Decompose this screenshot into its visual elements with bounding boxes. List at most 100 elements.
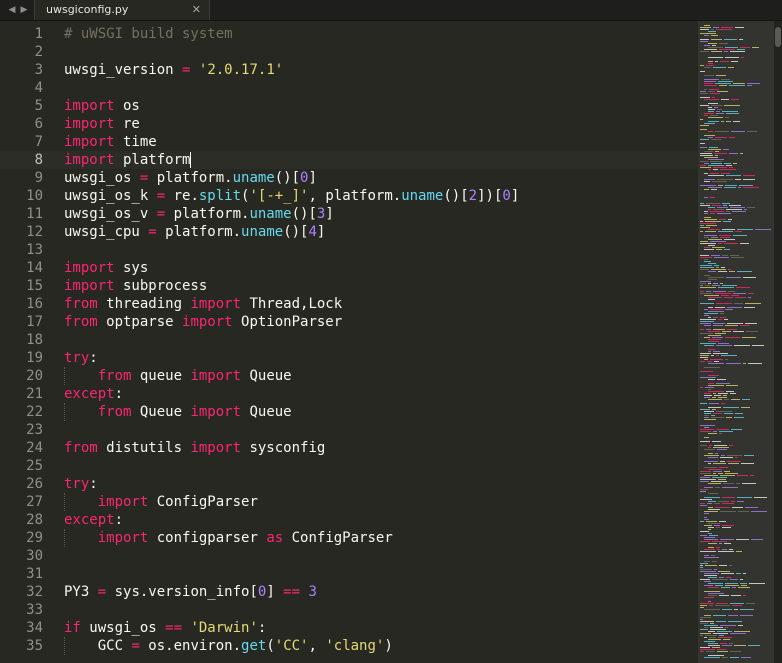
minimap-line <box>731 595 741 596</box>
code-line[interactable]: import sys <box>64 259 148 277</box>
minimap-line <box>708 351 711 352</box>
minimap-line <box>725 585 739 586</box>
vertical-scrollbar[interactable] <box>774 21 782 663</box>
code-line[interactable]: import re <box>64 115 140 133</box>
minimap-line <box>704 181 710 182</box>
code-token: threading <box>97 296 191 312</box>
minimap-line <box>746 603 755 604</box>
minimap-line <box>741 407 750 408</box>
minimap-line <box>705 387 714 388</box>
code-line[interactable]: uwsgi_cpu = platform.uname()[4] <box>64 223 325 241</box>
minimap-line <box>738 187 741 188</box>
minimap-line <box>722 487 738 488</box>
minimap-line <box>710 173 719 174</box>
code-token: uname <box>401 188 444 204</box>
minimap-line <box>743 573 746 574</box>
line-number: 17 <box>26 314 43 330</box>
minimap-line <box>733 293 746 294</box>
tab-uwsgiconfig[interactable]: uwsgiconfig.py ✕ <box>34 0 210 20</box>
code-line[interactable]: from queue import Queue <box>64 367 292 385</box>
minimap-line <box>721 79 730 80</box>
line-number: 30 <box>26 548 43 564</box>
code-line[interactable]: try: <box>64 349 98 367</box>
minimap-line <box>740 325 750 326</box>
minimap-line <box>700 119 703 120</box>
code-line[interactable]: except: <box>64 385 123 403</box>
code-line[interactable]: import configparser as ConfigParser <box>64 529 393 547</box>
code-token: 'clang' <box>325 638 385 654</box>
code-line[interactable]: except: <box>64 511 123 529</box>
code-token: import <box>64 278 115 294</box>
minimap-line <box>722 229 735 230</box>
minimap-line <box>747 131 757 132</box>
code-line[interactable]: from distutils import sysconfig <box>64 439 325 457</box>
minimap-line <box>717 649 726 650</box>
minimap-line <box>747 207 755 208</box>
minimap-line <box>700 503 705 504</box>
minimap-line <box>704 313 718 314</box>
minimap-line <box>716 355 719 356</box>
minimap-line <box>712 97 715 98</box>
minimap-line <box>704 539 718 540</box>
minimap-line <box>715 605 730 606</box>
code-token: time <box>114 134 157 150</box>
code-line[interactable]: import ConfigParser <box>64 493 258 511</box>
scrollbar-thumb[interactable] <box>775 27 781 47</box>
minimap-line <box>751 511 767 512</box>
tab-scroll-right-icon[interactable]: ▶ <box>19 0 29 20</box>
minimap-line <box>721 121 724 122</box>
code-token: ) <box>384 638 393 654</box>
minimap-line <box>704 411 714 412</box>
minimap-line <box>708 277 724 278</box>
code-line[interactable]: GCC = os.environ.get('CC', 'clang') <box>64 637 393 655</box>
minimap-line <box>704 75 714 76</box>
minimap-line <box>708 453 713 454</box>
line-number: 6 <box>34 116 43 132</box>
code-token: import <box>64 260 115 276</box>
minimap-line <box>712 409 716 410</box>
code-line[interactable]: try: <box>64 475 98 493</box>
code-token: uname <box>241 224 284 240</box>
minimap-line <box>733 121 740 122</box>
minimap-line <box>700 321 714 322</box>
minimap-line <box>717 651 728 652</box>
minimap-line <box>718 231 733 232</box>
close-tab-icon[interactable]: ✕ <box>192 0 201 20</box>
minimap-line <box>730 255 739 256</box>
minimap-line <box>708 263 716 264</box>
minimap-line <box>745 323 757 324</box>
code-line[interactable]: if uwsgi_os == 'Darwin': <box>64 619 266 637</box>
code-line[interactable]: from optparse import OptionParser <box>64 313 342 331</box>
minimap-line <box>700 267 714 268</box>
code-line[interactable]: # uWSGI build system <box>64 25 233 43</box>
code-token: platform. <box>156 224 242 240</box>
code-token: import <box>190 440 242 456</box>
minimap-line <box>708 595 717 596</box>
minimap-line <box>737 49 745 50</box>
code-line[interactable]: uwsgi_os_v = platform.uname()[3] <box>64 205 334 223</box>
code-line[interactable]: PY3 = sys.version_info[0] == 3 <box>64 583 317 601</box>
minimap-line <box>720 461 725 462</box>
code-line[interactable]: from threading import Thread,Lock <box>64 295 342 313</box>
code-editor[interactable]: 1 2 3 4 5 6 7 8 9 10 11 12 13 14 15 16 17 18 19 20 21 22 23 24 2… <box>0 21 698 663</box>
minimap-line <box>722 285 737 286</box>
code-line[interactable]: import platform <box>64 151 190 169</box>
minimap[interactable] <box>698 21 774 663</box>
minimap-line <box>724 319 728 320</box>
minimap-line <box>711 355 714 356</box>
code-line[interactable]: uwsgi_version = '2.0.17.1' <box>64 61 283 79</box>
minimap-line <box>739 185 753 186</box>
code-line[interactable]: uwsgi_os_k = re.split('[-+_]', platform.… <box>64 187 519 205</box>
code-line[interactable]: import time <box>64 133 157 151</box>
code-line[interactable]: import subprocess <box>64 277 207 295</box>
code-line[interactable]: uwsgi_os = platform.uname()[0] <box>64 169 317 187</box>
code-line[interactable]: from Queue import Queue <box>64 403 292 421</box>
minimap-line <box>715 137 727 138</box>
minimap-line <box>743 179 755 180</box>
minimap-line <box>711 415 715 416</box>
minimap-line <box>712 561 717 562</box>
minimap-line <box>704 393 711 394</box>
minimap-line <box>704 151 713 152</box>
tab-scroll-left-icon[interactable]: ◀ <box>7 0 17 20</box>
code-line[interactable]: import os <box>64 97 140 115</box>
